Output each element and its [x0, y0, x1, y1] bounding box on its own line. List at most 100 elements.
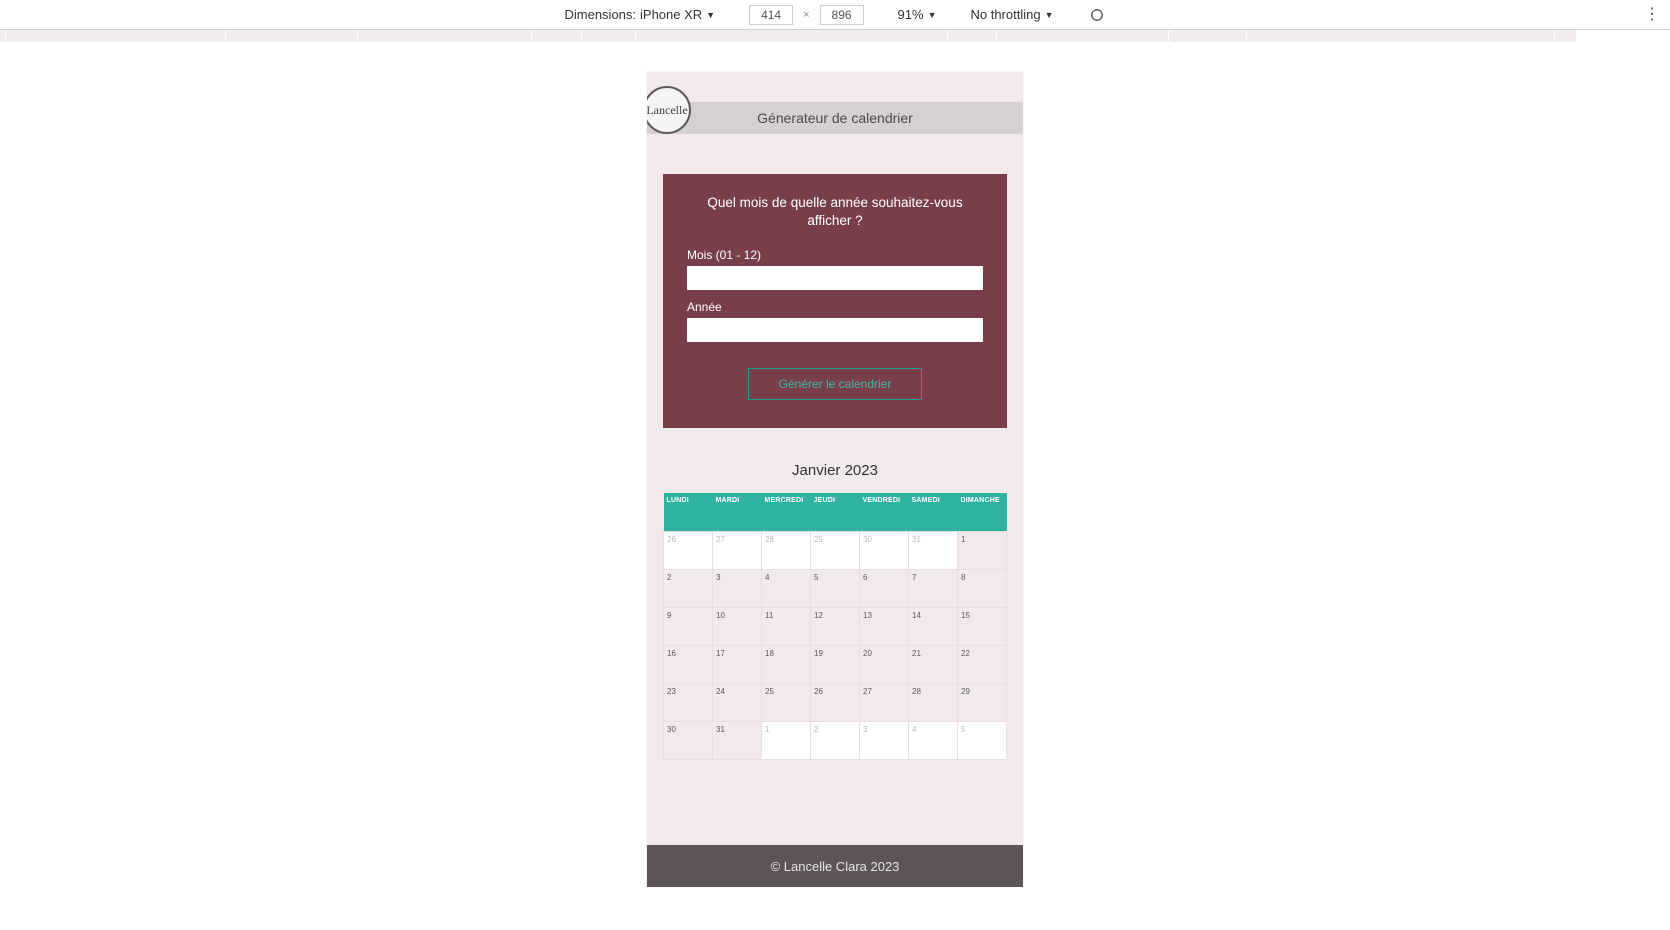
calendar-day-cell[interactable]: 27	[860, 683, 909, 721]
calendar-day-cell[interactable]: 4	[909, 721, 958, 759]
form-card: Quel mois de quelle année souhaitez-vous…	[663, 174, 1007, 428]
calendar-day-cell[interactable]: 26	[811, 683, 860, 721]
calendar-day-cell[interactable]: 30	[860, 531, 909, 569]
calendar-day-cell[interactable]: 3	[860, 721, 909, 759]
throttling-dropdown[interactable]: No throttling ▼	[970, 7, 1053, 22]
calendar-table: LUNDIMARDIMERCREDIJEUDIVENDREDISAMEDIDIM…	[663, 493, 1007, 760]
more-options-icon[interactable]: ⋮	[1644, 7, 1660, 23]
calendar-day-header: MERCREDI	[762, 493, 811, 531]
calendar-day-cell[interactable]: 5	[811, 569, 860, 607]
ruler-segment[interactable]	[997, 30, 1169, 42]
calendar-day-cell[interactable]: 11	[762, 607, 811, 645]
dimensions-label: Dimensions:	[564, 7, 636, 22]
device-width-input[interactable]	[749, 5, 793, 25]
page-footer: © Lancelle Clara 2023	[647, 845, 1023, 887]
calendar-day-header: DIMANCHE	[958, 493, 1007, 531]
dimension-separator: ×	[803, 9, 809, 21]
device-frame: Lancelle Génerateur de calendrier Quel m…	[647, 72, 1023, 887]
ruler-segment[interactable]	[1169, 30, 1247, 42]
calendar-day-cell[interactable]: 30	[664, 721, 713, 759]
calendar-day-cell[interactable]: 2	[811, 721, 860, 759]
calendar-day-cell[interactable]: 9	[664, 607, 713, 645]
calendar-day-cell[interactable]: 14	[909, 607, 958, 645]
ruler-segment[interactable]	[636, 30, 948, 42]
calendar-day-cell[interactable]: 31	[909, 531, 958, 569]
calendar-day-cell[interactable]: 20	[860, 645, 909, 683]
calendar-day-cell[interactable]: 15	[958, 607, 1007, 645]
calendar-week-row: 23242526272829	[664, 683, 1007, 721]
calendar-day-cell[interactable]: 27	[713, 531, 762, 569]
chevron-down-icon: ▼	[928, 10, 937, 20]
calendar-day-cell[interactable]: 28	[762, 531, 811, 569]
chevron-down-icon: ▼	[1045, 10, 1054, 20]
generate-button[interactable]: Générer le calendrier	[748, 368, 923, 400]
ruler-segment[interactable]	[226, 30, 358, 42]
devtools-toolbar: Dimensions: iPhone XR ▼ × 91% ▼ No throt…	[0, 0, 1670, 30]
chevron-down-icon: ▼	[706, 10, 715, 20]
calendar-day-cell[interactable]: 31	[713, 721, 762, 759]
calendar-day-cell[interactable]: 1	[958, 531, 1007, 569]
calendar-day-cell[interactable]: 18	[762, 645, 811, 683]
month-input[interactable]	[687, 266, 983, 290]
calendar-day-header: JEUDI	[811, 493, 860, 531]
calendar-day-cell[interactable]: 1	[762, 721, 811, 759]
calendar-day-header: SAMEDI	[909, 493, 958, 531]
calendar-day-cell[interactable]: 23	[664, 683, 713, 721]
calendar-day-cell[interactable]: 22	[958, 645, 1007, 683]
calendar-day-cell[interactable]: 16	[664, 645, 713, 683]
year-input[interactable]	[687, 318, 983, 342]
calendar-week-row: 16171819202122	[664, 645, 1007, 683]
calendar-day-cell[interactable]: 4	[762, 569, 811, 607]
calendar-header-row: LUNDIMARDIMERCREDIJEUDIVENDREDISAMEDIDIM…	[664, 493, 1007, 531]
calendar-day-cell[interactable]: 19	[811, 645, 860, 683]
zoom-value: 91%	[898, 7, 924, 22]
calendar-day-cell[interactable]: 17	[713, 645, 762, 683]
calendar-day-cell[interactable]: 28	[909, 683, 958, 721]
calendar-title: Janvier 2023	[663, 462, 1007, 479]
device-name: iPhone XR	[640, 7, 702, 22]
month-label: Mois (01 - 12)	[687, 248, 983, 262]
ruler-segments	[0, 30, 1670, 42]
calendar-day-cell[interactable]: 24	[713, 683, 762, 721]
ruler-segment[interactable]	[6, 30, 226, 42]
calendar: Janvier 2023 LUNDIMARDIMERCREDIJEUDIVEND…	[663, 462, 1007, 760]
page-title: Génerateur de calendrier	[757, 110, 913, 126]
ruler-segment[interactable]	[582, 30, 636, 42]
dimensions-dropdown[interactable]: Dimensions: iPhone XR ▼	[564, 7, 715, 22]
ruler-segment[interactable]	[948, 30, 997, 42]
calendar-day-cell[interactable]: 29	[958, 683, 1007, 721]
ruler-segment[interactable]	[1247, 30, 1555, 42]
throttling-value: No throttling	[970, 7, 1040, 22]
calendar-day-cell[interactable]: 5	[958, 721, 1007, 759]
calendar-day-cell[interactable]: 21	[909, 645, 958, 683]
device-height-input[interactable]	[820, 5, 864, 25]
calendar-day-cell[interactable]: 12	[811, 607, 860, 645]
calendar-day-cell[interactable]: 3	[713, 569, 762, 607]
zoom-dropdown[interactable]: 91% ▼	[898, 7, 937, 22]
viewport-area: Lancelle Génerateur de calendrier Quel m…	[0, 52, 1670, 930]
calendar-week-row: 303112345	[664, 721, 1007, 759]
rotate-icon[interactable]	[1088, 6, 1106, 24]
calendar-week-row: 9101112131415	[664, 607, 1007, 645]
calendar-week-row: 2627282930311	[664, 531, 1007, 569]
calendar-day-cell[interactable]: 29	[811, 531, 860, 569]
year-label: Année	[687, 300, 983, 314]
calendar-day-cell[interactable]: 26	[664, 531, 713, 569]
calendar-day-cell[interactable]: 2	[664, 569, 713, 607]
ruler-segment[interactable]	[358, 30, 532, 42]
calendar-day-cell[interactable]: 13	[860, 607, 909, 645]
device-ruler	[0, 30, 1670, 52]
form-question: Quel mois de quelle année souhaitez-vous…	[687, 194, 983, 230]
calendar-week-row: 2345678	[664, 569, 1007, 607]
calendar-day-cell[interactable]: 6	[860, 569, 909, 607]
calendar-day-cell[interactable]: 8	[958, 569, 1007, 607]
brand-logo-text: Lancelle	[647, 103, 688, 118]
ruler-segment[interactable]	[532, 30, 582, 42]
calendar-day-header: LUNDI	[664, 493, 713, 531]
calendar-day-cell[interactable]: 7	[909, 569, 958, 607]
calendar-day-cell[interactable]: 25	[762, 683, 811, 721]
calendar-day-header: MARDI	[713, 493, 762, 531]
page-header: Lancelle Génerateur de calendrier	[647, 102, 1023, 134]
ruler-segment[interactable]	[1555, 30, 1577, 42]
calendar-day-cell[interactable]: 10	[713, 607, 762, 645]
